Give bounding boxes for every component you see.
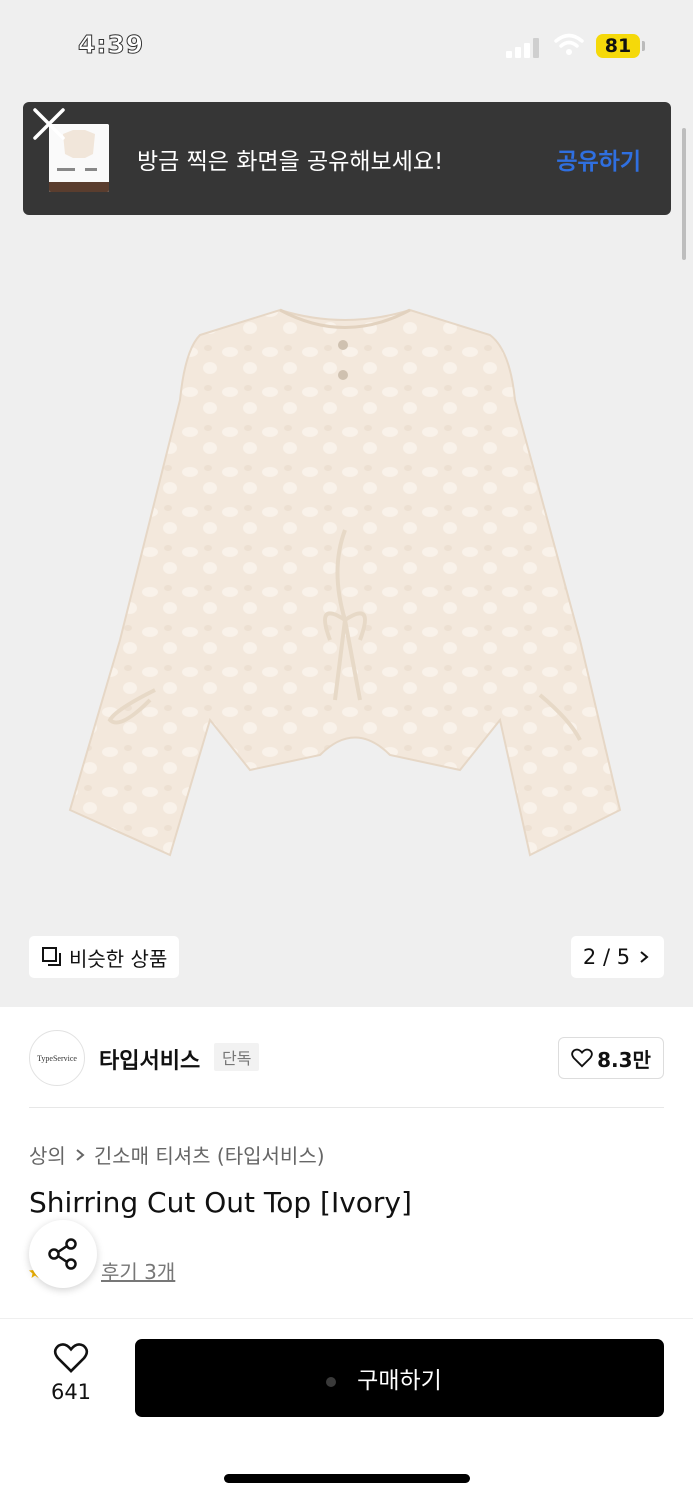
brand-logo[interactable]: TypeService <box>29 1030 85 1086</box>
wishlist-button[interactable]: 641 <box>40 1342 102 1404</box>
similar-products-button[interactable]: 비슷한 상품 <box>29 936 180 978</box>
chevron-right-icon <box>76 1148 85 1161</box>
signal-icon <box>506 38 539 58</box>
share-icon <box>48 1238 77 1270</box>
indicator-dot <box>326 1377 336 1387</box>
page-counter-text: 2 / 5 <box>582 945 631 969</box>
close-icon[interactable] <box>31 106 67 142</box>
breadcrumb-subcategory[interactable]: 긴소매 티셔츠 (타입서비스) <box>94 1140 325 1169</box>
image-page-counter[interactable]: 2 / 5 <box>571 936 664 978</box>
product-image[interactable] <box>60 300 630 870</box>
battery-tip <box>642 41 645 51</box>
exclusive-badge: 단독 <box>214 1043 260 1071</box>
screenshot-share-banner[interactable]: 방금 찍은 화면을 공유해보세요! 공유하기 <box>23 102 671 215</box>
scroll-indicator[interactable] <box>682 128 686 260</box>
banner-message: 방금 찍은 화면을 공유해보세요! <box>137 149 444 175</box>
status-bar: 4:39 81 <box>0 0 693 96</box>
heart-icon <box>571 1048 593 1068</box>
brand-name[interactable]: 타입서비스 <box>99 1043 200 1075</box>
divider <box>29 1107 664 1108</box>
similar-products-label: 비슷한 상품 <box>69 946 168 971</box>
breadcrumb[interactable]: 상의 긴소매 티셔츠 (타입서비스) <box>29 1140 325 1169</box>
chevron-right-icon <box>640 951 649 963</box>
battery-indicator: 81 <box>596 34 640 58</box>
home-indicator[interactable] <box>224 1474 470 1483</box>
status-time: 4:39 <box>77 30 145 60</box>
similar-icon <box>42 947 61 966</box>
heart-icon <box>53 1343 89 1373</box>
product-title: Shirring Cut Out Top [Ivory] <box>29 1186 412 1219</box>
buy-button[interactable]: 구매하기 <box>135 1339 664 1417</box>
brand-like-count: 8.3만 <box>597 1047 651 1072</box>
review-link[interactable]: 후기 3개 <box>101 1256 175 1285</box>
wishlist-count: 641 <box>50 1380 92 1404</box>
breadcrumb-category[interactable]: 상의 <box>29 1140 66 1169</box>
buy-button-label: 구매하기 <box>357 1368 442 1394</box>
brand-row[interactable]: TypeService 타입서비스 단독 8.3만 <box>29 1030 664 1086</box>
brand-like-button[interactable]: 8.3만 <box>558 1037 664 1079</box>
share-button[interactable] <box>29 1220 97 1288</box>
wifi-icon <box>554 33 584 55</box>
banner-share-button[interactable]: 공유하기 <box>556 142 641 176</box>
